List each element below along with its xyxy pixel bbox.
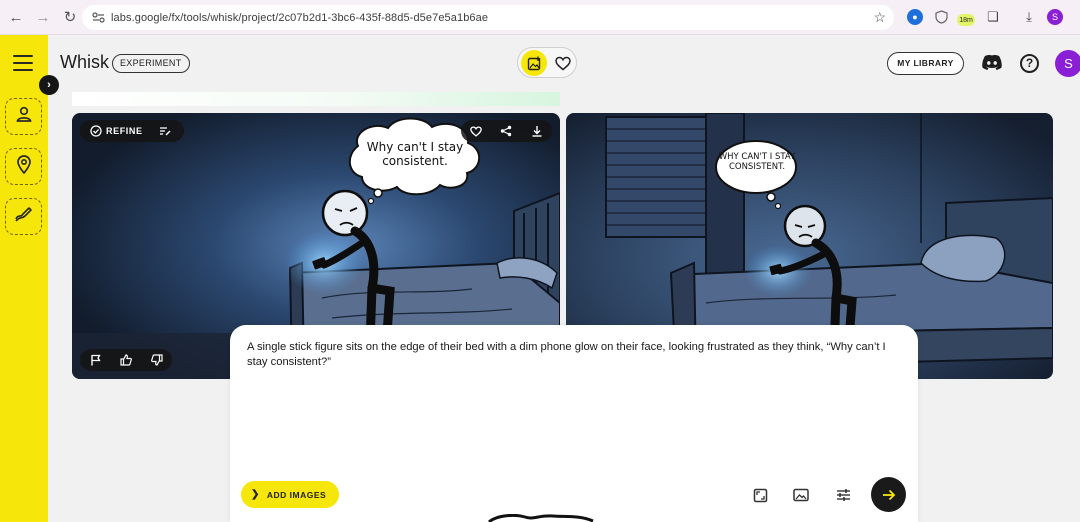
submit-button[interactable] (871, 477, 906, 512)
previous-row-edge-right (566, 92, 1052, 106)
bookmark-star-icon[interactable]: ☆ (873, 9, 886, 26)
url-text: labs.google/fx/tools/whisk/project/2c07b… (111, 11, 489, 24)
subject-button[interactable] (5, 98, 42, 135)
add-images-button[interactable]: ❯ ADD IMAGES (241, 481, 339, 508)
my-library-button[interactable]: MY LIBRARY (887, 52, 964, 75)
heart-outline-icon (555, 56, 571, 70)
site-info-icon[interactable] (91, 11, 105, 25)
menu-icon[interactable] (13, 55, 33, 71)
refine-button[interactable]: REFINE (106, 126, 143, 136)
speech-bubble-text-2: WHY CAN'T I STAY CONSISTENT. (718, 152, 796, 172)
favorites-toggle[interactable] (551, 51, 575, 75)
browser-profile-avatar[interactable]: S (1047, 9, 1063, 25)
prompt-input[interactable]: A single stick figure sits on the edge o… (247, 340, 897, 369)
back-icon[interactable]: ← (5, 6, 27, 28)
check-circle-icon[interactable] (90, 125, 102, 137)
expand-panel-icon[interactable]: › (39, 75, 59, 95)
image-add-icon (527, 56, 540, 70)
profile-avatar[interactable]: S (1055, 50, 1080, 77)
brush-icon (14, 205, 34, 228)
heart-icon[interactable] (470, 125, 482, 137)
person-icon (15, 105, 33, 128)
settings-sliders-icon[interactable] (833, 485, 853, 505)
scene-button[interactable] (5, 148, 42, 185)
image-gallery-toggle[interactable] (521, 50, 547, 76)
style-button[interactable] (5, 198, 42, 235)
chevron-right-icon: ❯ (251, 489, 260, 500)
download-icon[interactable] (531, 125, 543, 137)
prompt-panel: A single stick figure sits on the edge o… (230, 325, 918, 522)
forward-icon[interactable]: → (32, 6, 54, 28)
speech-bubble-text: Why can't I stay consistent. (366, 140, 464, 168)
feedback-toolbar (80, 349, 172, 371)
help-icon[interactable]: ? (1020, 54, 1039, 73)
image-icon[interactable] (791, 485, 811, 505)
view-toggle (517, 47, 577, 78)
address-bar[interactable]: labs.google/fx/tools/whisk/project/2c07b… (82, 5, 894, 30)
thumbs-up-icon[interactable] (119, 354, 132, 366)
extension-timer-icon[interactable]: 18m (957, 14, 975, 26)
add-images-label: ADD IMAGES (266, 489, 327, 500)
reload-icon[interactable]: ↻ (59, 6, 81, 28)
aspect-ratio-icon[interactable] (750, 485, 770, 505)
scroll-content-peek (488, 514, 594, 522)
app-title: Whisk (60, 52, 109, 72)
flag-icon[interactable] (90, 354, 101, 366)
left-rail (0, 35, 48, 522)
extensions-puzzle-icon[interactable]: ❏ (985, 9, 1001, 25)
previous-row-edge (72, 92, 560, 106)
location-pin-icon (16, 154, 32, 179)
extension-blue-icon[interactable]: ● (907, 9, 923, 25)
refine-toolbar: REFINE (80, 120, 184, 142)
image-actions (461, 120, 552, 142)
browser-toolbar: ← → ↻ labs.google/fx/tools/whisk/project… (0, 0, 1080, 35)
discord-icon[interactable] (981, 54, 1003, 74)
edit-prompt-icon[interactable] (159, 125, 171, 137)
experiment-badge: EXPERIMENT (112, 54, 190, 73)
extension-shield-icon[interactable] (933, 9, 949, 25)
browser-download-icon[interactable]: ⤓ (1021, 9, 1037, 25)
thumbs-down-icon[interactable] (150, 354, 163, 366)
share-icon[interactable] (500, 125, 512, 137)
arrow-right-icon (882, 489, 896, 501)
